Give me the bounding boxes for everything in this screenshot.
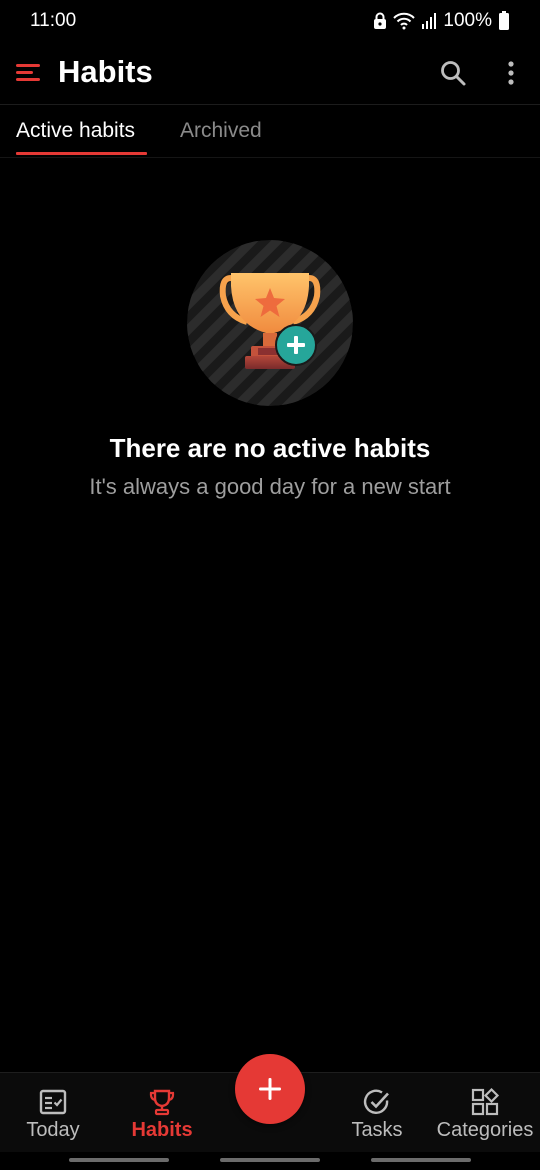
nav-item-categories[interactable]: Categories — [432, 1073, 538, 1153]
categories-icon — [471, 1087, 500, 1116]
search-icon[interactable] — [438, 58, 468, 88]
menu-icon[interactable] — [14, 60, 44, 86]
tasks-check-icon — [363, 1089, 389, 1114]
tab-active-habits[interactable]: Active habits — [16, 119, 135, 143]
nav-item-tasks[interactable]: Tasks — [344, 1073, 410, 1153]
plus-icon — [259, 1078, 281, 1100]
nav-label-tasks: Tasks — [351, 1119, 403, 1141]
nav-item-today[interactable]: Today — [20, 1073, 86, 1153]
battery-icon — [499, 11, 509, 30]
add-habit-button[interactable] — [235, 1054, 305, 1124]
nav-label-habits: Habits — [131, 1119, 193, 1141]
signal-icon — [422, 13, 437, 29]
empty-state-subtitle: It's always a good day for a new start — [89, 474, 451, 499]
gesture-bar — [0, 1152, 540, 1170]
app-bar: Habits — [0, 42, 540, 104]
tabs-divider — [0, 157, 540, 158]
gesture-handle-center — [220, 1158, 320, 1162]
tab-indicator — [16, 152, 147, 155]
battery-percentage: 100% — [443, 10, 492, 31]
gesture-handle-right — [371, 1158, 471, 1162]
status-icons: 100% — [373, 10, 510, 32]
status-bar: 11:00 100% — [0, 0, 540, 42]
nav-item-habits[interactable]: Habits — [124, 1073, 200, 1153]
trophy-icon — [149, 1089, 175, 1116]
empty-state-title: There are no active habits — [109, 433, 431, 463]
nav-label-today: Today — [26, 1119, 80, 1141]
more-vert-icon[interactable] — [498, 58, 524, 88]
habit-tabs: Active habits Archived — [0, 105, 540, 157]
wifi-icon — [393, 12, 416, 30]
trophy-add-icon — [187, 240, 353, 406]
lock-icon — [374, 12, 387, 29]
status-time: 11:00 — [30, 10, 77, 31]
habits-screen: 11:00 100% Habits Active habits Archived… — [0, 0, 540, 1170]
nav-label-categories: Categories — [436, 1119, 534, 1141]
today-icon — [39, 1089, 67, 1115]
tab-archived[interactable]: Archived — [180, 119, 262, 143]
page-title: Habits — [58, 54, 153, 89]
gesture-handle-left — [69, 1158, 169, 1162]
